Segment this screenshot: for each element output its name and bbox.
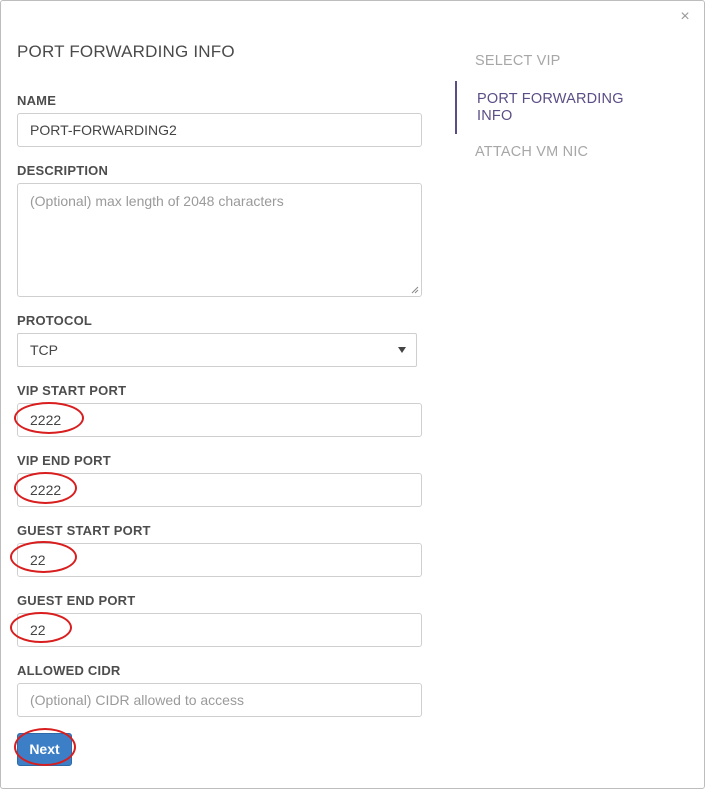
guest-start-port-label: GUEST START PORT <box>17 523 151 538</box>
description-placeholder: (Optional) max length of 2048 characters <box>30 193 284 209</box>
allowed-cidr-label: ALLOWED CIDR <box>17 663 121 678</box>
chevron-down-icon <box>398 347 406 353</box>
resize-handle-icon[interactable] <box>411 286 419 294</box>
dialog-title: PORT FORWARDING INFO <box>17 42 235 61</box>
step-port-forwarding-info[interactable]: PORT FORWARDING INFO <box>477 91 624 125</box>
name-label: NAME <box>17 93 57 108</box>
protocol-select[interactable]: TCP <box>17 333 417 367</box>
protocol-label: PROTOCOL <box>17 313 93 328</box>
step-select-vip[interactable]: SELECT VIP <box>475 53 561 70</box>
protocol-selected-value: TCP <box>30 342 58 358</box>
description-label: DESCRIPTION <box>17 163 109 178</box>
port-forwarding-dialog: × PORT FORWARDING INFO NAME PORT-FORWARD… <box>0 0 705 789</box>
allowed-cidr-input[interactable]: (Optional) CIDR allowed to access <box>17 683 422 717</box>
guest-end-port-input[interactable]: 22 <box>17 613 422 647</box>
vip-end-port-label: VIP END PORT <box>17 453 111 468</box>
description-textarea[interactable]: (Optional) max length of 2048 characters <box>17 183 422 297</box>
active-step-indicator <box>455 81 457 134</box>
vip-start-port-label: VIP START PORT <box>17 383 127 398</box>
close-icon[interactable]: × <box>678 9 692 25</box>
step-attach-vm-nic[interactable]: ATTACH VM NIC <box>475 144 588 161</box>
next-button[interactable]: Next <box>17 733 72 766</box>
name-input[interactable]: PORT-FORWARDING2 <box>17 113 422 147</box>
vip-end-port-input[interactable]: 2222 <box>17 473 422 507</box>
guest-start-port-input[interactable]: 22 <box>17 543 422 577</box>
guest-end-port-label: GUEST END PORT <box>17 593 136 608</box>
vip-start-port-input[interactable]: 2222 <box>17 403 422 437</box>
